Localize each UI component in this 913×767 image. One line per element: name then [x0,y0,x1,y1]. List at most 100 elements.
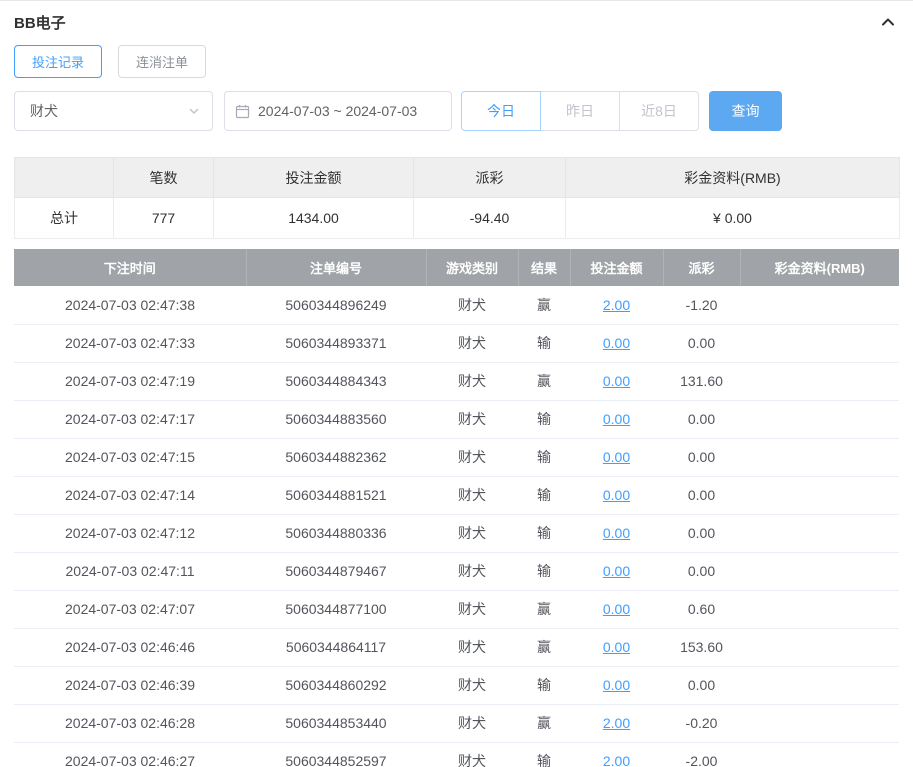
game-type-cell: 财犬 [426,362,518,401]
game-type-cell: 财犬 [426,742,518,767]
order-id-cell: 5060344853440 [246,704,426,743]
bet-time-cell: 2024-07-03 02:47:15 [14,438,246,477]
col-bet-time: 下注时间 [14,249,247,286]
order-id-cell: 5060344882362 [246,438,426,477]
tab-cancelled-orders[interactable]: 连消注单 [118,45,207,78]
game-type-cell: 财犬 [426,514,518,553]
result-cell: 输 [518,514,570,553]
bonus-cell [740,742,899,767]
payout-cell: 0.00 [663,438,740,477]
bet-amount-link[interactable]: 0.00 [603,335,630,351]
yesterday-button[interactable]: 昨日 [540,91,620,131]
summary-total-label: 总计 [14,197,114,239]
last-8-days-button[interactable]: 近8日 [619,91,699,131]
bet-amount-link[interactable]: 0.00 [603,373,630,389]
col-order-id: 注单编号 [246,249,427,286]
table-row: 2024-07-03 02:47:14 5060344881521 财犬输 0.00 0… [14,476,899,515]
bet-amount-link[interactable]: 0.00 [603,563,630,579]
bet-time-cell: 2024-07-03 02:46:28 [14,704,246,743]
chevron-up-icon[interactable] [879,13,897,31]
bet-amount-cell: 2.00 [570,286,663,325]
bet-amount-link[interactable]: 0.00 [603,601,630,617]
bet-amount-link[interactable]: 2.00 [603,297,630,313]
summary-header-row: 笔数 投注金额 派彩 彩金资料(RMB) [14,157,900,198]
table-row: 2024-07-03 02:47:15 5060344882362 财犬输 0.00 0… [14,438,899,477]
table-row: 2024-07-03 02:46:28 5060344853440 财犬赢 2.00 -… [14,704,899,743]
summary-col-empty [14,157,114,198]
result-cell: 赢 [518,286,570,325]
bet-time-cell: 2024-07-03 02:47:07 [14,590,246,629]
payout-cell: 153.60 [663,628,740,667]
bet-amount-link[interactable]: 0.00 [603,639,630,655]
order-id-cell: 5060344879467 [246,552,426,591]
bet-time-cell: 2024-07-03 02:46:46 [14,628,246,667]
bonus-cell [740,286,899,325]
table-row: 2024-07-03 02:47:12 5060344880336 财犬输 0.00 0… [14,514,899,553]
bonus-cell [740,362,899,401]
bet-amount-cell: 0.00 [570,324,663,363]
search-button[interactable]: 查询 [709,91,782,131]
table-row: 2024-07-03 02:47:38 5060344896249 财犬赢 2.00 -… [14,286,899,325]
table-row: 2024-07-03 02:47:17 5060344883560 财犬输 0.00 0… [14,400,899,439]
result-cell: 赢 [518,704,570,743]
bonus-cell [740,666,899,705]
tab-bet-records[interactable]: 投注记录 [14,45,103,78]
bet-amount-link[interactable]: 0.00 [603,411,630,427]
panel-title: BB电子 [14,14,66,32]
chevron-down-icon [188,105,200,117]
bet-amount-link[interactable]: 0.00 [603,487,630,503]
summary-total-row: 总计 777 1434.00 -94.40 ¥ 0.00 [14,197,900,239]
game-select-value: 财犬 [30,103,58,119]
summary-total-bet-amount: 1434.00 [213,197,414,239]
summary-col-payout: 派彩 [413,157,566,198]
result-cell: 输 [518,666,570,705]
order-id-cell: 5060344852597 [246,742,426,767]
table-row: 2024-07-03 02:47:19 5060344884343 财犬赢 0.00 1… [14,362,899,401]
bet-time-cell: 2024-07-03 02:46:27 [14,742,246,767]
bet-amount-link[interactable]: 2.00 [603,753,630,767]
summary-table: 笔数 投注金额 派彩 彩金资料(RMB) 总计 777 1434.00 -94.… [14,157,900,239]
summary-total-bonus: ¥ 0.00 [565,197,900,239]
result-cell: 输 [518,552,570,591]
bet-time-cell: 2024-07-03 02:47:12 [14,514,246,553]
game-select[interactable]: 财犬 [14,91,213,131]
payout-cell: -2.00 [663,742,740,767]
bet-amount-cell: 0.00 [570,590,663,629]
bonus-cell [740,628,899,667]
game-type-cell: 财犬 [426,400,518,439]
payout-cell: 0.00 [663,552,740,591]
bet-time-cell: 2024-07-03 02:47:33 [14,324,246,363]
bet-amount-cell: 0.00 [570,628,663,667]
bet-amount-cell: 0.00 [570,514,663,553]
bonus-cell [740,400,899,439]
panel-header: BB电子 [0,1,913,43]
bet-amount-cell: 2.00 [570,742,663,767]
col-result: 结果 [518,249,571,286]
bet-amount-link[interactable]: 0.00 [603,677,630,693]
bonus-cell [740,514,899,553]
order-id-cell: 5060344880336 [246,514,426,553]
order-id-cell: 5060344881521 [246,476,426,515]
date-range-input[interactable]: 2024-07-03 ~ 2024-07-03 [224,91,452,131]
today-button[interactable]: 今日 [461,91,541,131]
calendar-icon [235,104,250,119]
bet-amount-cell: 2.00 [570,704,663,743]
tabs-row: 投注记录 连消注单 [0,43,913,91]
payout-cell: 0.00 [663,324,740,363]
game-type-cell: 财犬 [426,438,518,477]
order-id-cell: 5060344883560 [246,400,426,439]
game-type-cell: 财犬 [426,324,518,363]
bonus-cell [740,324,899,363]
bet-amount-link[interactable]: 0.00 [603,525,630,541]
bet-amount-link[interactable]: 0.00 [603,449,630,465]
table-row: 2024-07-03 02:47:33 5060344893371 财犬输 0.00 0… [14,324,899,363]
bet-time-cell: 2024-07-03 02:47:38 [14,286,246,325]
bet-amount-cell: 0.00 [570,476,663,515]
date-range-value: 2024-07-03 ~ 2024-07-03 [258,103,418,119]
table-row: 2024-07-03 02:47:11 5060344879467 财犬输 0.00 0… [14,552,899,591]
payout-cell: 131.60 [663,362,740,401]
bet-amount-link[interactable]: 2.00 [603,715,630,731]
result-cell: 赢 [518,362,570,401]
game-type-cell: 财犬 [426,628,518,667]
bet-amount-cell: 0.00 [570,438,663,477]
